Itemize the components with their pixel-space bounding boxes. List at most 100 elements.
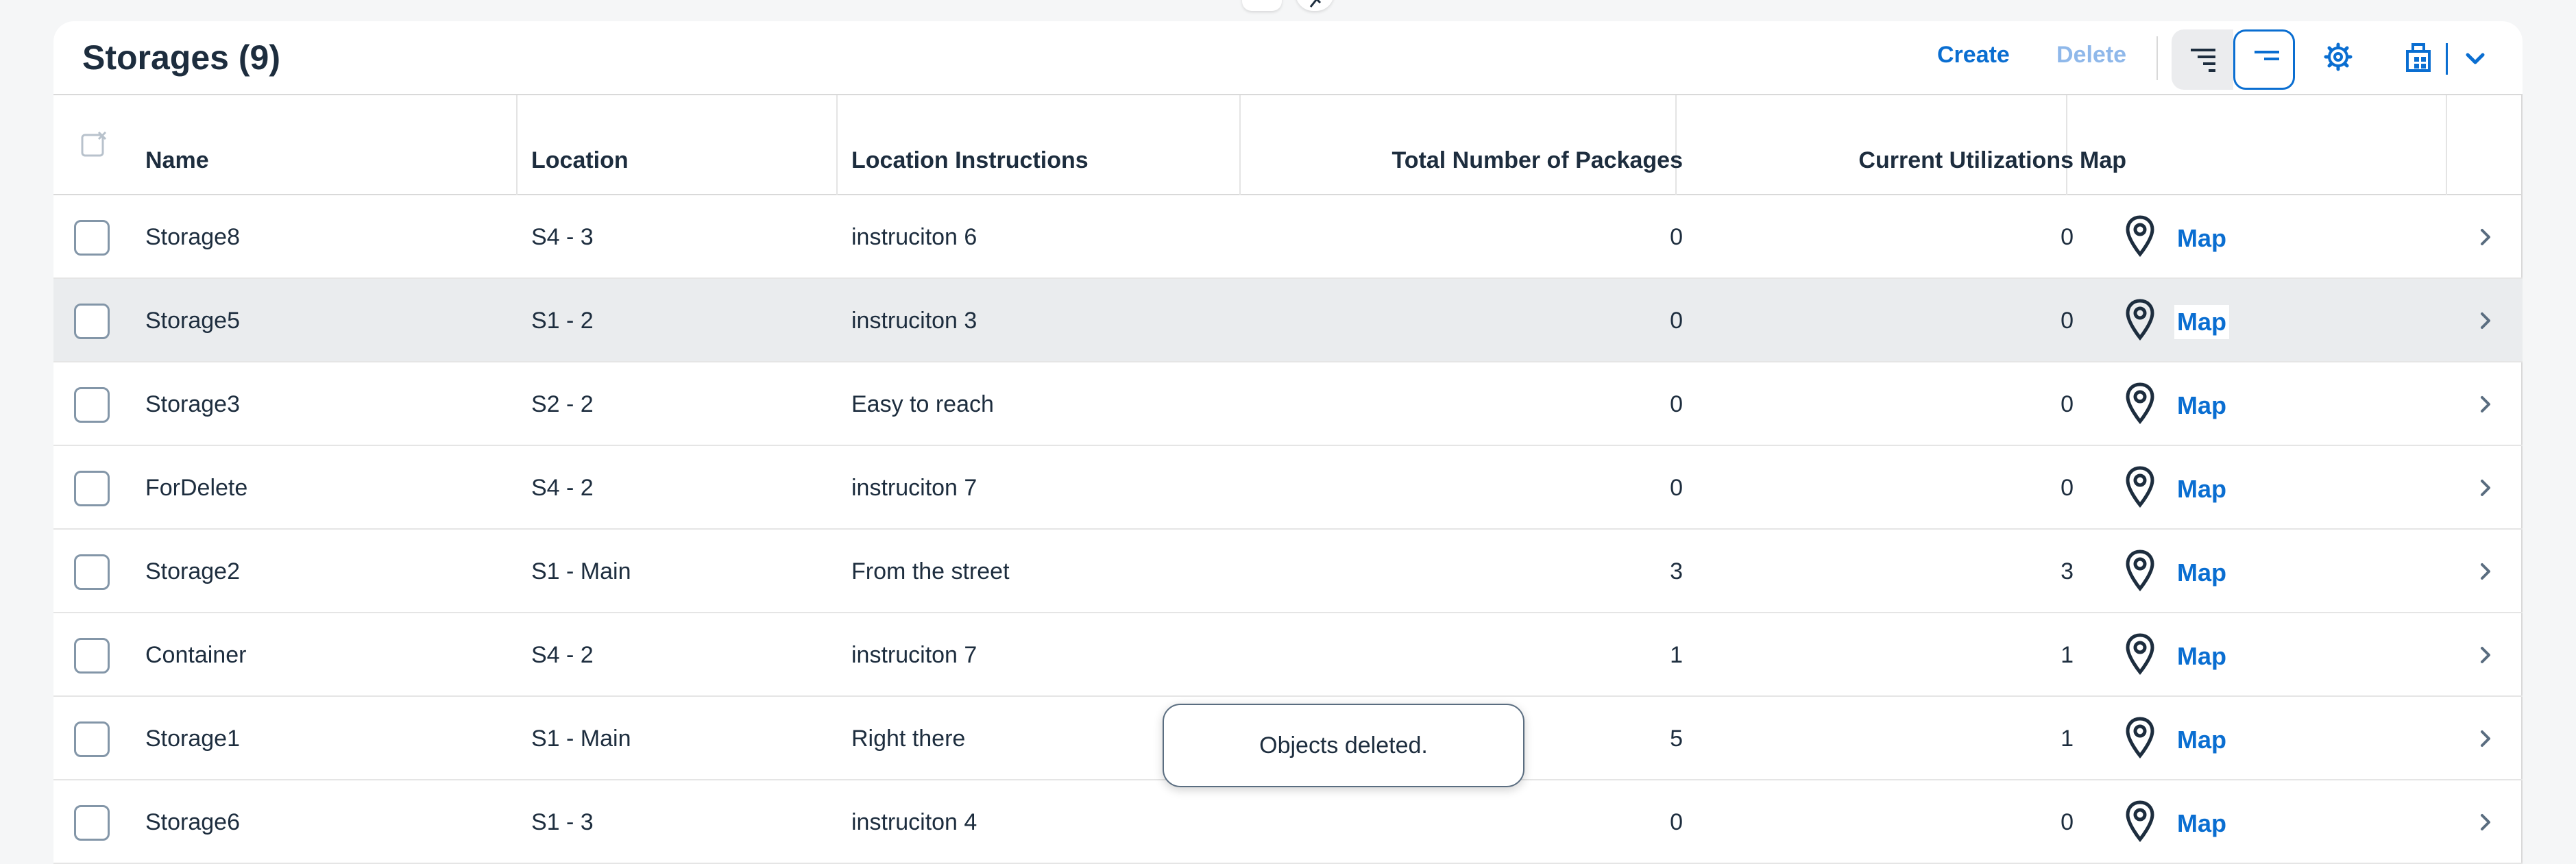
chevron-right-icon[interactable] — [2479, 394, 2492, 418]
row-checkbox[interactable] — [74, 304, 110, 339]
column-divider[interactable] — [1675, 95, 1677, 195]
export-separator — [2446, 43, 2448, 75]
cell-current-utilization: 1 — [2061, 726, 2074, 752]
cell-location: S1 - Main — [531, 726, 631, 752]
table-row[interactable]: Storage5 S1 - 2 instruciton 3 0 0 Map — [53, 279, 2523, 362]
storages-table-panel: Storages (9) Create Delete Name Location… — [53, 21, 2523, 864]
cell-location: S1 - 3 — [531, 809, 594, 835]
group-button[interactable] — [2233, 29, 2295, 90]
cell-name: Storage8 — [145, 224, 240, 250]
table-row[interactable]: ForDelete S4 - 2 instruciton 7 0 0 Map — [53, 446, 2523, 530]
map-link[interactable]: Map — [2174, 472, 2229, 506]
row-checkbox[interactable] — [74, 805, 110, 841]
cell-location: S1 - Main — [531, 558, 631, 584]
column-header-current-utilizations[interactable]: Current Utilizations — [1858, 147, 2074, 174]
group-icon — [2255, 51, 2279, 60]
pin-toggle[interactable] — [1296, 0, 1334, 11]
map-link[interactable]: Map — [2174, 221, 2229, 256]
cell-total-packages: 5 — [1670, 726, 1683, 752]
cell-current-utilization: 0 — [2061, 308, 2074, 334]
map-link[interactable]: Map — [2174, 806, 2229, 841]
chevron-right-icon[interactable] — [2479, 728, 2492, 752]
table-header — [53, 95, 2523, 195]
cell-location: S4 - 2 — [531, 642, 594, 668]
chevron-down-icon[interactable] — [2464, 47, 2487, 71]
cell-total-packages: 1 — [1670, 642, 1683, 668]
table-row[interactable]: Storage6 S1 - 3 instruciton 4 0 0 Map — [53, 780, 2523, 864]
map-link[interactable]: Map — [2174, 305, 2229, 339]
cell-total-packages: 0 — [1670, 308, 1683, 334]
column-header-location[interactable]: Location — [531, 147, 629, 174]
cell-location: S4 - 3 — [531, 224, 594, 250]
cell-name: Storage3 — [145, 391, 240, 417]
row-checkbox[interactable] — [74, 721, 110, 757]
row-checkbox[interactable] — [74, 387, 110, 423]
top-handle[interactable] — [1242, 0, 1282, 11]
cell-location-instructions: instruciton 4 — [851, 809, 977, 835]
map-pin-icon — [2125, 632, 2155, 680]
column-divider[interactable] — [2066, 95, 2067, 195]
cell-name: Storage5 — [145, 308, 240, 334]
cell-name: Storage1 — [145, 726, 240, 752]
cell-location-instructions: instruciton 3 — [851, 308, 977, 334]
cell-location: S1 - 2 — [531, 308, 594, 334]
table-row[interactable]: Container S4 - 2 instruciton 7 1 1 Map — [53, 613, 2523, 697]
cell-total-packages: 0 — [1670, 809, 1683, 835]
export-icon[interactable] — [2401, 36, 2435, 77]
map-link[interactable]: Map — [2174, 723, 2229, 757]
chevron-right-icon[interactable] — [2479, 310, 2492, 334]
map-pin-icon — [2125, 549, 2155, 596]
cell-current-utilization: 0 — [2061, 224, 2074, 250]
cell-total-packages: 0 — [1670, 224, 1683, 250]
table-row[interactable]: Storage2 S1 - Main From the street 3 3 Map — [53, 530, 2523, 613]
map-pin-icon — [2125, 465, 2155, 513]
cell-current-utilization: 3 — [2061, 558, 2074, 584]
map-pin-icon — [2125, 382, 2155, 429]
column-header-location-instructions[interactable]: Location Instructions — [851, 147, 1089, 174]
column-divider[interactable] — [2446, 95, 2447, 195]
sort-button[interactable] — [2172, 29, 2233, 90]
chevron-right-icon[interactable] — [2479, 645, 2492, 669]
row-checkbox[interactable] — [74, 554, 110, 590]
row-checkbox[interactable] — [74, 638, 110, 674]
message-toast: Objects deleted. — [1163, 704, 1524, 787]
cell-location: S2 - 2 — [531, 391, 594, 417]
map-link[interactable]: Map — [2174, 388, 2229, 423]
column-divider[interactable] — [516, 95, 518, 195]
chevron-right-icon[interactable] — [2479, 227, 2492, 251]
cell-current-utilization: 0 — [2061, 475, 2074, 501]
cell-location: S4 - 2 — [531, 475, 594, 501]
chevron-right-icon[interactable] — [2479, 812, 2492, 836]
create-button[interactable]: Create — [1937, 42, 2010, 69]
table-row[interactable]: Storage3 S2 - 2 Easy to reach 0 0 Map — [53, 362, 2523, 446]
row-checkbox[interactable] — [74, 220, 110, 256]
cell-location-instructions: instruciton 6 — [851, 224, 977, 250]
column-header-total-packages[interactable]: Total Number of Packages — [1392, 147, 1684, 174]
map-link[interactable]: Map — [2174, 556, 2229, 590]
row-checkbox[interactable] — [74, 471, 110, 506]
chevron-right-icon[interactable] — [2479, 478, 2492, 502]
column-header-map[interactable]: Map — [2080, 147, 2126, 174]
gear-icon[interactable] — [2321, 36, 2355, 77]
table-row[interactable]: Storage8 S4 - 3 instruciton 6 0 0 Map — [53, 195, 2523, 279]
cell-name: Storage6 — [145, 809, 240, 835]
table-toolbar: Storages (9) Create Delete — [53, 21, 2523, 95]
map-link[interactable]: Map — [2174, 639, 2229, 674]
column-header-name[interactable]: Name — [145, 147, 209, 174]
toolbar-separator — [2156, 36, 2158, 80]
cell-current-utilization: 0 — [2061, 809, 2074, 835]
delete-button[interactable]: Delete — [2056, 42, 2126, 69]
cell-total-packages: 3 — [1670, 558, 1683, 584]
cell-location-instructions: instruciton 7 — [851, 642, 977, 668]
column-divider[interactable] — [1239, 95, 1241, 195]
column-divider[interactable] — [836, 95, 838, 195]
chevron-right-icon[interactable] — [2479, 561, 2492, 585]
cell-location-instructions: Easy to reach — [851, 391, 994, 417]
cell-total-packages: 0 — [1670, 475, 1683, 501]
cell-name: Container — [145, 642, 247, 668]
cell-name: ForDelete — [145, 475, 248, 501]
clear-selection-icon[interactable] — [80, 129, 110, 160]
map-pin-icon — [2125, 716, 2155, 763]
map-pin-icon — [2125, 298, 2155, 345]
cell-name: Storage2 — [145, 558, 240, 584]
